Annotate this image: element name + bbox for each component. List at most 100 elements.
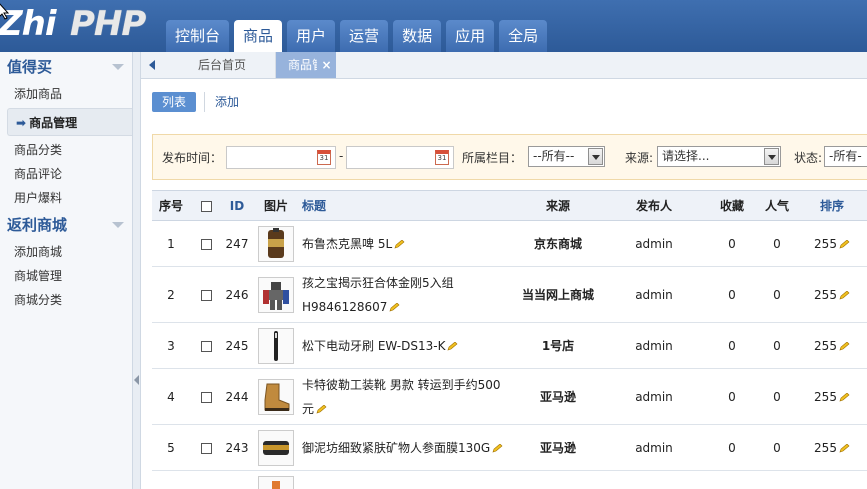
row-checkbox[interactable]	[200, 238, 212, 250]
product-thumbnail[interactable]	[258, 429, 294, 466]
category-select-value: --所有--	[533, 149, 575, 163]
edit-pencil-icon[interactable]	[839, 341, 850, 351]
row-checkbox[interactable]	[200, 340, 212, 352]
row-select	[190, 368, 222, 425]
sidebar-item-label: 商品管理	[29, 116, 78, 130]
row-source: 京东商城	[510, 220, 606, 267]
close-icon[interactable]: ×	[317, 52, 336, 78]
arrow-right-icon: ➡	[16, 116, 27, 130]
edit-pencil-icon[interactable]	[394, 239, 405, 249]
sidebar-group-label: 返利商城	[7, 216, 68, 234]
sidebar-item-mall-category[interactable]: 商城分类	[0, 288, 132, 312]
chevron-down-icon[interactable]	[588, 148, 603, 165]
sidebar-item-add-mall[interactable]: 添加商城	[0, 240, 132, 264]
subtab-list[interactable]: 列表	[152, 92, 197, 112]
product-thumbnail[interactable]	[258, 225, 294, 262]
row-seq: 2	[152, 266, 190, 323]
nav-tab-data[interactable]: 数据	[393, 20, 442, 52]
col-sort[interactable]: 排序	[792, 190, 867, 221]
col-title[interactable]: 标题	[300, 190, 510, 221]
publish-time-label: 发布时间：	[162, 151, 223, 165]
row-title-text[interactable]: 卡特彼勒工装靴 男款 转运到手约500元	[302, 378, 501, 416]
end-date-input[interactable]: 31	[346, 146, 454, 169]
sidebar-item-add-goods[interactable]: 添加商品	[0, 82, 132, 106]
product-thumbnail[interactable]	[258, 378, 294, 415]
sidebar-item-user-tips[interactable]: 用户爆料	[0, 186, 132, 210]
row-checkbox[interactable]	[200, 391, 212, 403]
col-select	[190, 190, 222, 221]
row-sort-value[interactable]: 255	[814, 390, 837, 404]
row-title-text[interactable]: 布鲁杰克黑啤 5L	[302, 237, 392, 251]
row-select	[190, 424, 222, 471]
col-source: 来源	[510, 190, 606, 221]
row-title-text[interactable]: 孩之宝揭示狂合体金刚5入组H9846128607	[302, 276, 454, 314]
sidebar-item-mall-manage[interactable]: 商城管理	[0, 264, 132, 288]
collapse-left-icon[interactable]	[134, 375, 139, 385]
product-thumbnail[interactable]	[258, 475, 294, 489]
filter-bar: 发布时间： 31 - 31 所属栏目： --所有-- 来源: 请选择... 状态…	[152, 134, 867, 180]
nav-tab-users[interactable]: 用户	[287, 20, 336, 52]
chevron-down-icon[interactable]	[112, 222, 124, 228]
product-image	[272, 480, 280, 489]
row-sort-value[interactable]: 255	[814, 441, 837, 455]
sidebar-group-title[interactable]: 值得买	[0, 52, 132, 82]
goods-table: 序号 ID 图片 标题 来源 发布人 收藏 人气 排序 1 247 布鲁杰克黑啤…	[152, 190, 867, 489]
row-title[interactable]: 御泥坊细致紧肤矿物人参面膜130G	[300, 424, 510, 471]
back-arrow-icon[interactable]	[149, 60, 155, 70]
row-sort-value[interactable]: 255	[814, 288, 837, 302]
edit-pencil-icon[interactable]	[839, 392, 850, 402]
category-label: 所属栏目：	[462, 151, 523, 165]
subtab-add[interactable]: 添加	[204, 92, 249, 112]
row-sort-value[interactable]: 255	[814, 237, 837, 251]
row-checkbox[interactable]	[200, 442, 212, 454]
row-title[interactable]: 松下电动牙刷 EW-DS13-K	[300, 322, 510, 369]
edit-pencil-icon[interactable]	[492, 443, 503, 453]
sidebar-group-title[interactable]: 返利商城	[0, 210, 132, 240]
calendar-icon[interactable]: 31	[317, 150, 331, 165]
row-title[interactable]: 孩之宝揭示狂合体金刚5入组H9846128607	[300, 266, 510, 323]
row-title-text[interactable]: 松下电动牙刷 EW-DS13-K	[302, 339, 445, 353]
row-title[interactable]: 布鲁杰克黑啤 5L	[300, 220, 510, 267]
nav-tab-operations[interactable]: 运营	[340, 20, 389, 52]
start-date-input[interactable]: 31	[226, 146, 336, 169]
row-checkbox[interactable]	[200, 289, 212, 301]
sidebar-collapse-handle[interactable]	[133, 52, 141, 489]
category-select[interactable]: --所有--	[528, 146, 605, 167]
row-sort-value[interactable]: 255	[814, 339, 837, 353]
table-row: 3 245 松下电动牙刷 EW-DS13-K 1号店 admin 0 0 255	[152, 322, 867, 369]
product-thumbnail[interactable]	[258, 276, 294, 313]
edit-pencil-icon[interactable]	[316, 404, 327, 414]
nav-tab-goods[interactable]: 商品	[234, 20, 283, 52]
col-id[interactable]: ID	[222, 190, 252, 221]
product-thumbnail[interactable]	[258, 327, 294, 364]
edit-pencil-icon[interactable]	[447, 341, 458, 351]
work-boot-image	[264, 383, 290, 411]
col-favorites: 收藏	[702, 190, 762, 221]
edit-pencil-icon[interactable]	[389, 302, 400, 312]
row-title-text[interactable]: 御泥坊细致紧肤矿物人参面膜130G	[302, 441, 490, 455]
select-all-checkbox[interactable]	[200, 200, 212, 212]
row-select	[190, 322, 222, 369]
beer-keg-image	[268, 227, 284, 258]
top-header: Zhi PHP 控制台 商品 用户 运营 数据 应用 全局	[0, 0, 867, 52]
nav-tab-global[interactable]: 全局	[499, 20, 548, 52]
nav-tab-apps[interactable]: 应用	[446, 20, 495, 52]
sidebar-item-goods-category[interactable]: 商品分类	[0, 138, 132, 162]
tab-home[interactable]: 后台首页	[169, 52, 276, 78]
sidebar: 值得买 添加商品 ➡ 商品管理 商品分类 商品评论 用户爆料 返利商城 添加商城 …	[0, 52, 133, 489]
row-image	[252, 368, 300, 425]
col-publisher: 发布人	[606, 190, 702, 221]
edit-pencil-icon[interactable]	[839, 239, 850, 249]
nav-tab-console[interactable]: 控制台	[166, 20, 230, 52]
chevron-down-icon[interactable]	[112, 64, 124, 70]
edit-pencil-icon[interactable]	[839, 443, 850, 453]
sidebar-item-goods-manage[interactable]: ➡ 商品管理	[7, 108, 132, 136]
source-select[interactable]: 请选择...	[657, 146, 781, 167]
chevron-down-icon[interactable]	[764, 148, 779, 165]
calendar-icon[interactable]: 31	[435, 150, 449, 165]
row-popularity: 0	[762, 424, 792, 471]
edit-pencil-icon[interactable]	[839, 290, 850, 300]
status-select[interactable]: -所有-	[824, 146, 867, 167]
row-title[interactable]: 卡特彼勒工装靴 男款 转运到手约500元	[300, 368, 510, 425]
sidebar-item-goods-comments[interactable]: 商品评论	[0, 162, 132, 186]
